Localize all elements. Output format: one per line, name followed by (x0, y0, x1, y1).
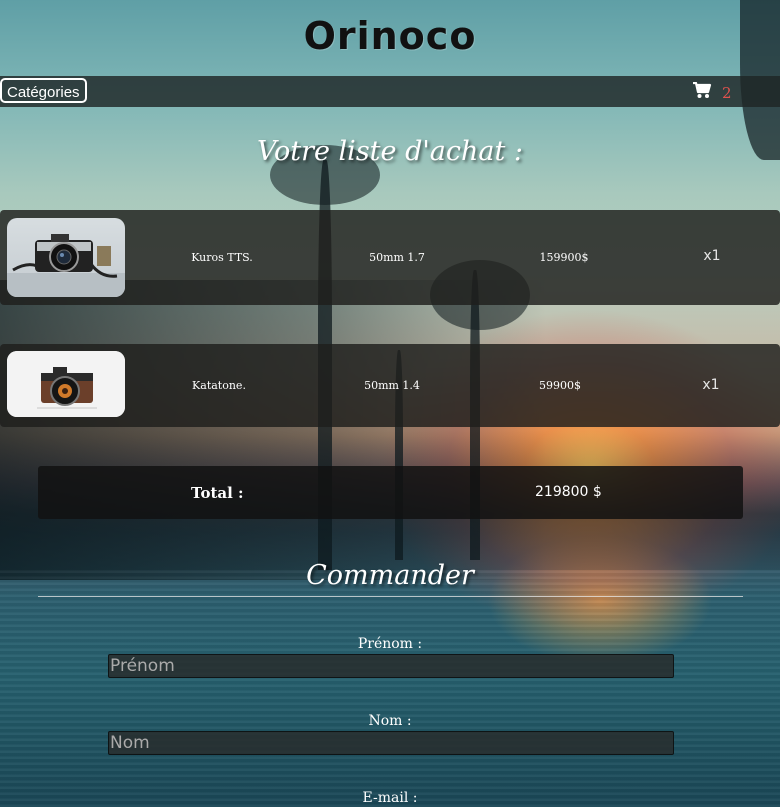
order-title: Commander (306, 560, 474, 591)
cart-list-title: Votre liste d'achat : (256, 136, 524, 167)
first-name-input[interactable] (108, 654, 674, 678)
categories-button[interactable]: Catégories (0, 78, 87, 103)
divider (38, 596, 743, 597)
last-name-label: Nom : (368, 713, 412, 729)
total-bar: Total : 219800 $ (38, 466, 743, 519)
cart-item: Kuros TTS. 50mm 1.7 159900$ x1 (0, 210, 780, 305)
item-name: Katatone. (192, 379, 246, 392)
cart-item: Katatone. 50mm 1.4 59900$ x1 (0, 344, 780, 427)
cart-count-badge: 2 (722, 83, 732, 102)
shopping-cart-icon[interactable] (693, 81, 712, 103)
last-name-input[interactable] (108, 731, 674, 755)
item-price: 59900$ (539, 379, 581, 392)
cart-link[interactable]: 2 (693, 81, 732, 103)
total-label: Total : (191, 484, 244, 502)
item-price: 159900$ (539, 251, 589, 264)
first-name-label: Prénom : (357, 636, 423, 652)
product-image (7, 218, 125, 297)
total-value: 219800 $ (535, 484, 602, 500)
product-image (7, 351, 125, 417)
item-quantity: x1 (702, 377, 720, 393)
site-title: Orinoco (303, 14, 477, 58)
item-lens: 50mm 1.4 (364, 379, 420, 392)
item-name: Kuros TTS. (191, 251, 253, 264)
navbar: Catégories 2 (0, 76, 780, 107)
item-lens: 50mm 1.7 (369, 251, 425, 264)
email-label: E-mail : (362, 790, 418, 806)
item-quantity: x1 (703, 248, 721, 264)
